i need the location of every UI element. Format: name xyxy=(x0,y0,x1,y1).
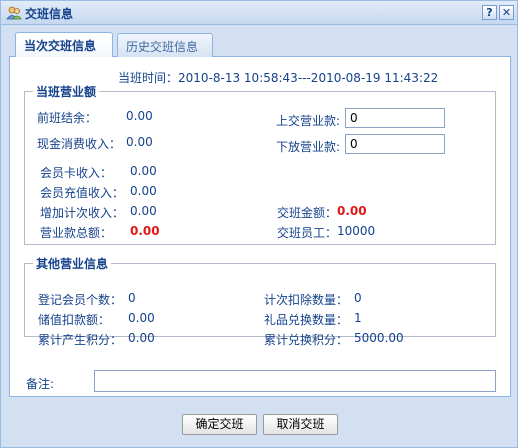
card-income-value: 0.00 xyxy=(130,164,157,178)
cancel-handover-button[interactable]: 取消交班 xyxy=(263,414,338,435)
handover-staff-value: 10000 xyxy=(337,224,376,238)
count-deduct-label: 计次扣除数量： xyxy=(264,293,349,307)
count-deduct-value: 0 xyxy=(354,291,362,305)
count-income-label: 增加计次收入： xyxy=(40,206,125,220)
cash-income-label: 现金消费收入： xyxy=(37,137,122,151)
tab-history-shift[interactable]: 历史交班信息 xyxy=(117,33,213,57)
prev-balance-label: 前班结余： xyxy=(37,111,98,125)
stored-deduct-value: 0.00 xyxy=(128,311,155,325)
help-button[interactable]: ? xyxy=(482,5,497,20)
submit-revenue-input[interactable] xyxy=(345,108,445,128)
card-income-label: 会员卡收入： xyxy=(40,166,113,180)
remark-label: 备注: xyxy=(26,377,55,391)
count-income-value: 0.00 xyxy=(130,204,157,218)
member-count-value: 0 xyxy=(128,291,136,305)
close-button[interactable]: ✕ xyxy=(499,5,514,20)
release-revenue-input[interactable] xyxy=(345,134,445,154)
prev-balance-value: 0.00 xyxy=(126,109,153,123)
tab-current-shift[interactable]: 当次交班信息 xyxy=(15,32,113,58)
submit-revenue-label: 上交营业款: xyxy=(276,114,341,128)
shift-handover-window: 交班信息 ? ✕ 当次交班信息 历史交班信息 当班时间：2010-8-13 10… xyxy=(0,0,518,448)
handover-staff-label: 交班员工： xyxy=(277,226,338,240)
release-revenue-label: 下放营业款: xyxy=(276,140,341,154)
title-bar[interactable]: 交班信息 ? ✕ xyxy=(1,1,517,25)
tab-bar: 当次交班信息 历史交班信息 xyxy=(9,31,511,58)
tab-panel: 当班时间：2010-8-13 10:58:43---2010-08-19 11:… xyxy=(9,57,511,397)
window-title: 交班信息 xyxy=(25,7,74,21)
member-count-label: 登记会员个数： xyxy=(38,293,123,307)
confirm-handover-button[interactable]: 确定交班 xyxy=(182,414,257,435)
total-revenue-label: 营业款总额： xyxy=(40,226,113,240)
users-icon xyxy=(6,6,22,20)
points-earned-value: 0.00 xyxy=(128,331,155,345)
cash-income-value: 0.00 xyxy=(126,135,153,149)
points-redeemed-label: 累计兑换积分： xyxy=(264,333,349,347)
stored-deduct-label: 储值扣款额： xyxy=(38,313,111,327)
other-info-legend: 其他营业信息 xyxy=(36,257,109,271)
handover-amount-label: 交班金额： xyxy=(277,206,338,220)
remark-input[interactable] xyxy=(94,370,496,392)
points-earned-label: 累计产生积分： xyxy=(38,333,123,347)
points-redeemed-value: 5000.00 xyxy=(354,331,404,345)
recharge-income-value: 0.00 xyxy=(130,184,157,198)
total-revenue-value: 0.00 xyxy=(130,224,160,238)
handover-amount-value: 0.00 xyxy=(337,204,367,218)
gift-redeem-value: 1 xyxy=(354,311,362,325)
recharge-income-label: 会员充值收入： xyxy=(40,186,125,200)
revenue-legend: 当班营业额 xyxy=(36,85,97,99)
gift-redeem-label: 礼品兑换数量： xyxy=(264,313,349,327)
